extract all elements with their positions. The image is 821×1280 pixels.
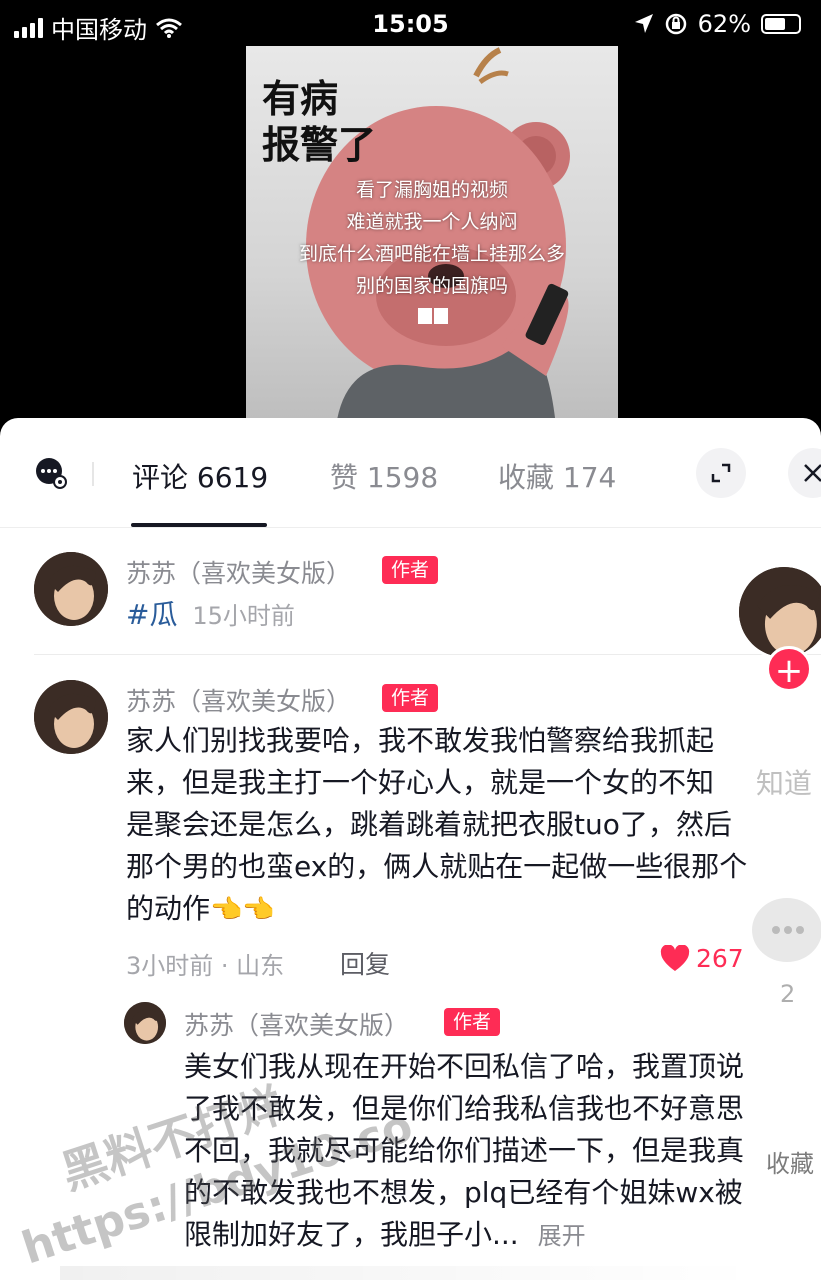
comment-username[interactable]: 苏苏（喜欢美女版） bbox=[126, 682, 351, 718]
caption-line: 到底什么酒吧能在墙上挂那么多 bbox=[298, 243, 565, 265]
expand-button[interactable] bbox=[696, 448, 746, 498]
comment-line-text: 的动作 bbox=[126, 892, 211, 925]
status-icons: 62% bbox=[634, 10, 801, 38]
tab-divider bbox=[92, 462, 94, 486]
close-button[interactable] bbox=[788, 448, 821, 498]
video-player[interactable]: 有病 报警了 看了漏胸姐的视频 难道就我一个人纳闷 到底什么酒吧能在墙上挂那么多… bbox=[246, 46, 618, 426]
comment-line: 是聚会还是怎么，跳着跳着就把衣服tuo了，然后 bbox=[126, 808, 732, 841]
close-icon bbox=[804, 464, 821, 482]
video-caption: 看了漏胸姐的视频 难道就我一个人纳闷 到底什么酒吧能在墙上挂那么多 别的国家的国… bbox=[246, 174, 618, 302]
comment-line: 美女们我从现在开始不回私信了哈，我置顶说 bbox=[184, 1050, 745, 1083]
expand-link[interactable]: 展开 bbox=[538, 1222, 586, 1250]
comment-body: #瓜 15小时前 bbox=[126, 594, 295, 637]
comment-line: 不回，我就尽可能给你们描述一下，但是我真 bbox=[184, 1134, 745, 1167]
battery-icon bbox=[761, 14, 801, 34]
author-badge: 作者 bbox=[382, 556, 439, 584]
comment-line-text: 限制加好友了，我胆子小... bbox=[184, 1218, 519, 1251]
comment-tab-bar: 评论 6619 赞 1598 收藏 174 bbox=[0, 418, 821, 528]
caption-line: 难道就我一个人纳闷 bbox=[346, 211, 518, 233]
rotation-lock-icon bbox=[665, 13, 686, 35]
video-title-line: 有病 bbox=[262, 76, 339, 121]
heart-icon bbox=[660, 944, 690, 971]
comment-meta: 3小时前 · 山东 bbox=[126, 952, 285, 980]
avatar[interactable] bbox=[34, 552, 108, 626]
pointing-emoji: 👈👈 bbox=[210, 895, 275, 925]
video-title-line: 报警了 bbox=[262, 122, 377, 167]
video-title: 有病 报警了 bbox=[262, 76, 376, 168]
tab-comments[interactable]: 评论 6619 bbox=[132, 456, 268, 496]
comment-line: 限制加好友了，我胆子小... 展开 bbox=[184, 1214, 586, 1257]
expand-icon bbox=[711, 463, 731, 483]
comment-sheet: 评论 6619 赞 1598 收藏 174 苏苏（喜欢美女版） 作者 #瓜 15… bbox=[0, 418, 821, 1280]
comment-line: 了我不敢发，但是你们给我私信我也不好意思 bbox=[184, 1092, 745, 1125]
status-bar: 中国移动 15:05 62% bbox=[0, 0, 821, 50]
follow-button[interactable]: + bbox=[766, 646, 812, 692]
avatar[interactable] bbox=[124, 1002, 166, 1044]
reply-button[interactable]: 回复 bbox=[340, 945, 390, 981]
overlay-faint-text: 知道 bbox=[756, 767, 813, 800]
creator-avatar[interactable] bbox=[736, 564, 821, 660]
comment-line: 来，但是我主打一个好心人，就是一个女的不知 bbox=[126, 766, 715, 799]
battery-percent: 62% bbox=[697, 10, 751, 38]
caption-line: 别的国家的国旗吗 bbox=[355, 275, 508, 297]
tab-likes[interactable]: 赞 1598 bbox=[330, 456, 438, 496]
hashtag-link[interactable]: #瓜 bbox=[126, 598, 177, 631]
share-count: 2 bbox=[780, 980, 796, 1008]
comment-username[interactable]: 苏苏（喜欢美女版） bbox=[126, 554, 351, 590]
comment-username[interactable]: 苏苏（喜欢美女版） bbox=[184, 1006, 409, 1042]
comment-line: 那个男的也蛮ex的，俩人就贴在一起做一些很那个 bbox=[126, 850, 748, 883]
collect-label: 收藏 bbox=[766, 1150, 814, 1178]
comment-line: 的不敢发我也不想发，plq已经有个姐妹wx被 bbox=[184, 1176, 743, 1209]
next-row-hint bbox=[60, 1266, 760, 1280]
comment-line: 家人们别找我要哈，我不敢发我怕警察给我抓起 bbox=[126, 724, 715, 757]
danmaku-settings-icon[interactable] bbox=[34, 456, 68, 490]
comment-line: 的动作👈👈 bbox=[126, 888, 275, 931]
location-icon bbox=[634, 14, 653, 33]
like-button[interactable]: 267 bbox=[660, 944, 744, 973]
like-count: 267 bbox=[696, 944, 744, 973]
comment-divider bbox=[34, 654, 821, 655]
caption-line: 看了漏胸姐的视频 bbox=[355, 179, 508, 201]
comment-bubble-icon[interactable] bbox=[752, 898, 821, 962]
active-tab-indicator bbox=[131, 523, 267, 527]
author-badge: 作者 bbox=[444, 1008, 501, 1036]
comment-time: 15小时前 bbox=[192, 602, 295, 630]
tab-favorites[interactable]: 收藏 174 bbox=[498, 456, 616, 496]
author-badge: 作者 bbox=[382, 684, 439, 712]
avatar[interactable] bbox=[34, 680, 108, 754]
